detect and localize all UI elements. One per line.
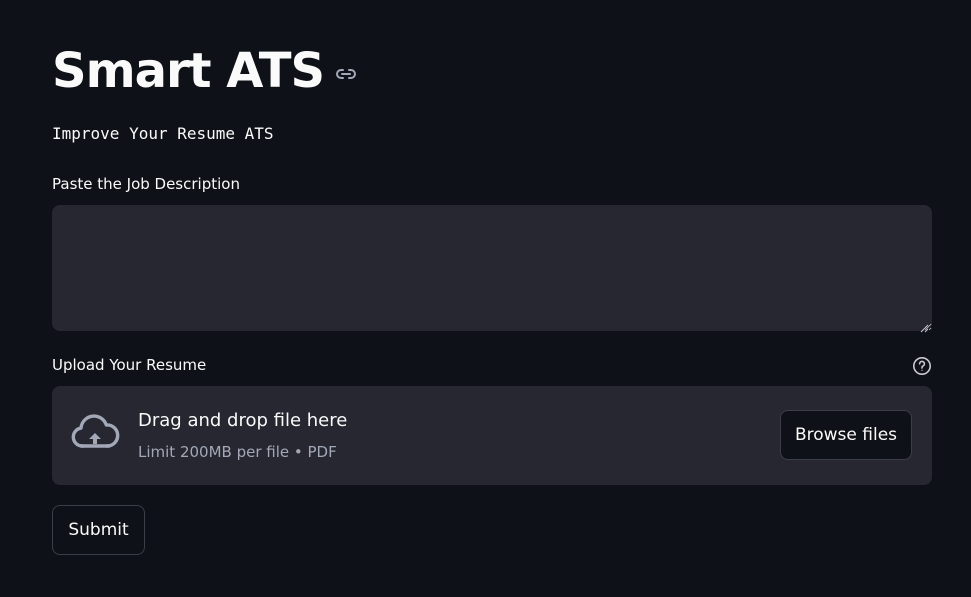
job-description-label: Paste the Job Description: [52, 175, 240, 193]
submit-button[interactable]: Submit: [52, 505, 145, 555]
browse-files-button[interactable]: Browse files: [780, 410, 912, 460]
question-circle-icon[interactable]: [912, 356, 932, 376]
cloud-upload-icon: [70, 412, 120, 456]
title-row: Smart ATS: [52, 38, 358, 104]
link-icon[interactable]: [334, 62, 358, 86]
page-subtitle: Improve Your Resume ATS: [52, 124, 274, 143]
file-dropzone[interactable]: Drag and drop file here Limit 200MB per …: [52, 386, 932, 485]
dropzone-title: Drag and drop file here: [138, 410, 348, 431]
resize-grip-icon[interactable]: [919, 318, 929, 333]
dropzone-limit-text: Limit 200MB per file • PDF: [138, 443, 337, 461]
resume-upload-label: Upload Your Resume: [52, 356, 207, 374]
page-title: Smart ATS: [52, 43, 325, 99]
job-description-textarea[interactable]: [52, 205, 932, 331]
app-page: Smart ATS Improve Your Resume ATS Paste …: [0, 0, 971, 597]
